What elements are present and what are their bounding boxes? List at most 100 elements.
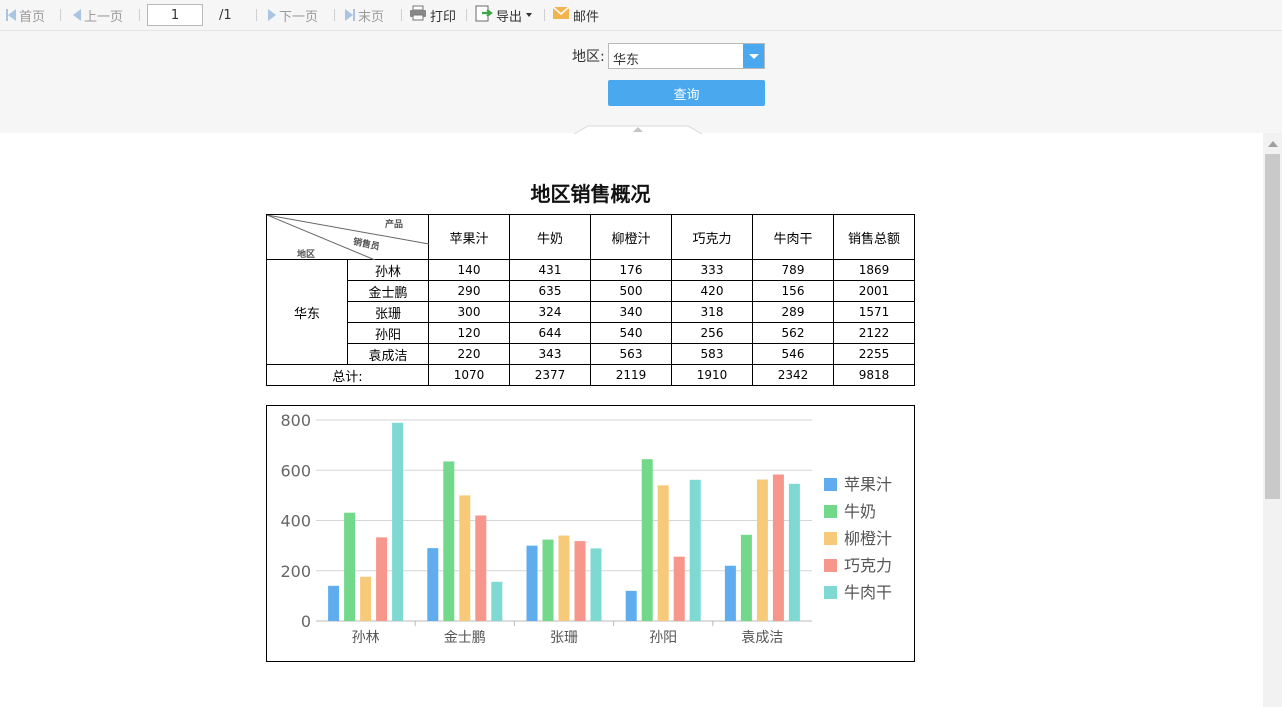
export-icon <box>475 4 493 26</box>
value-cell: 789 <box>752 259 834 281</box>
y-tick-label: 600 <box>280 461 311 480</box>
chart-bar <box>526 545 538 621</box>
value-cell: 289 <box>752 301 834 323</box>
mail-button[interactable]: 邮件 <box>552 0 599 30</box>
column-header: 巧克力 <box>671 214 753 260</box>
x-tick-label: 张珊 <box>550 630 578 646</box>
region-label: 地区: <box>572 49 605 65</box>
chart-bar <box>427 548 439 621</box>
value-cell: 420 <box>671 280 753 302</box>
value-cell: 120 <box>428 322 510 344</box>
total-cell: 1070 <box>428 364 510 386</box>
chart-bar <box>740 534 752 621</box>
mail-icon <box>552 6 570 24</box>
corner-label-product: 产品 <box>385 220 404 230</box>
vertical-scrollbar[interactable] <box>1263 133 1282 707</box>
printer-icon <box>409 5 427 25</box>
collapse-toggle[interactable] <box>572 124 704 135</box>
table-row: 华东 孙林 140 431 176 333 789 1869 <box>266 259 915 365</box>
x-tick-label: 孙林 <box>352 630 380 646</box>
chart-bar <box>475 515 487 621</box>
value-cell: 340 <box>590 301 672 323</box>
chart-bar <box>360 576 372 621</box>
chart-bar <box>392 422 404 621</box>
query-button[interactable]: 查询 <box>608 80 765 106</box>
total-row: 总计: 1070 2377 2119 1910 2342 9818 <box>266 364 915 386</box>
value-cell: 220 <box>428 343 510 365</box>
chart-bar <box>689 479 701 621</box>
mail-label: 邮件 <box>573 9 600 25</box>
total-cell: 2119 <box>590 364 672 386</box>
toolbar-divider <box>544 9 545 21</box>
chart-bar <box>641 459 653 621</box>
value-cell: 431 <box>509 259 591 281</box>
print-button[interactable]: 打印 <box>409 0 456 30</box>
region-cell: 华东 <box>266 259 348 365</box>
bar-chart: 0 200 400 600 800 孙林 金士鹏 张珊 孙阳 袁成洁 苹果汁牛奶柳橙汁巧克力牛肉干 <box>280 411 892 646</box>
value-cell: 546 <box>752 343 834 365</box>
chart-bar <box>558 535 570 621</box>
value-cell: 2001 <box>833 280 915 302</box>
export-label: 导出 <box>496 9 523 25</box>
value-cell: 343 <box>509 343 591 365</box>
value-cell: 1869 <box>833 259 915 281</box>
value-cell: 500 <box>590 280 672 302</box>
chart-bar <box>673 556 685 621</box>
prev-page-button[interactable]: 上一页 <box>73 0 123 30</box>
scrollbar-thumb[interactable] <box>1265 154 1280 499</box>
toolbar-divider <box>60 9 61 21</box>
chevron-down-icon[interactable] <box>743 44 764 68</box>
salesperson-cell: 袁成洁 <box>347 343 429 365</box>
export-dropdown[interactable]: 导出 <box>475 0 533 30</box>
last-page-icon <box>345 9 355 21</box>
legend-label: 柳橙汁 <box>844 529 892 548</box>
region-select[interactable]: 华东 <box>608 43 765 69</box>
print-label: 打印 <box>430 9 457 25</box>
value-cell: 583 <box>671 343 753 365</box>
corner-label-region: 地区 <box>297 250 316 260</box>
chart-bar <box>328 585 340 621</box>
chart-bar <box>344 512 356 621</box>
value-cell: 540 <box>590 322 672 344</box>
total-cell: 1910 <box>671 364 753 386</box>
chart-bar <box>574 541 586 621</box>
y-tick-label: 200 <box>280 562 311 581</box>
table-row: 袁成洁 220 343 563 583 546 2255 <box>267 343 915 365</box>
value-cell: 563 <box>590 343 672 365</box>
value-cell: 2122 <box>833 322 915 344</box>
total-cell: 9818 <box>833 364 915 386</box>
last-page-label: 末页 <box>358 9 385 25</box>
value-cell: 2255 <box>833 343 915 365</box>
toolbar-divider <box>139 9 140 21</box>
value-cell: 333 <box>671 259 753 281</box>
chart-bar <box>625 590 637 621</box>
chart-bar <box>772 474 784 621</box>
next-page-button[interactable]: 下一页 <box>268 0 318 30</box>
page-number-input[interactable] <box>147 4 203 26</box>
chart-bar <box>443 461 455 621</box>
chart-bar <box>459 495 471 621</box>
legend-label: 牛肉干 <box>844 583 892 602</box>
value-cell: 324 <box>509 301 591 323</box>
legend-label: 巧克力 <box>844 556 892 575</box>
salesperson-cell: 张珊 <box>347 301 429 323</box>
y-tick-label: 400 <box>280 512 311 531</box>
last-page-button[interactable]: 末页 <box>345 0 384 30</box>
diagonal-lines <box>267 215 429 260</box>
column-header: 苹果汁 <box>428 214 510 260</box>
column-header: 牛肉干 <box>752 214 834 260</box>
table-row: 张珊 300 324 340 318 289 1571 <box>267 301 915 323</box>
legend-swatch <box>824 478 837 491</box>
legend-swatch <box>824 559 837 572</box>
chart-bar <box>491 581 503 621</box>
first-page-button[interactable]: 首页 <box>6 0 45 30</box>
value-cell: 635 <box>509 280 591 302</box>
sales-table: 产品 销售员 地区 苹果汁 牛奶 柳橙汁 巧克力 牛肉干 销售总额 华东 孙林 … <box>266 214 915 386</box>
table-row: 孙阳 120 644 540 256 562 2122 <box>267 322 915 344</box>
legend-label: 苹果汁 <box>844 475 892 494</box>
value-cell: 562 <box>752 322 834 344</box>
table-header-row: 产品 销售员 地区 苹果汁 牛奶 柳橙汁 巧克力 牛肉干 销售总额 <box>266 214 915 260</box>
value-cell: 290 <box>428 280 510 302</box>
diagonal-header-cell: 产品 销售员 地区 <box>266 214 429 260</box>
scroll-up-icon[interactable] <box>1268 141 1278 147</box>
